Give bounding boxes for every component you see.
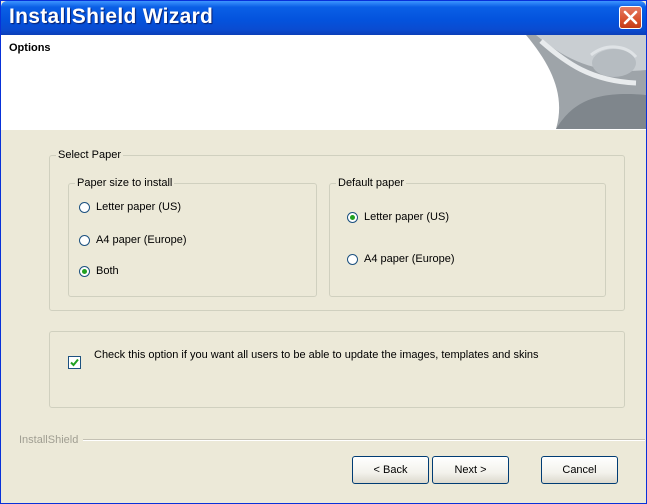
size-letter-radio[interactable]: Letter paper (US) bbox=[79, 201, 181, 213]
header-divider bbox=[1, 129, 646, 130]
default-a4-label: A4 paper (Europe) bbox=[364, 253, 455, 265]
close-button[interactable] bbox=[619, 6, 642, 29]
size-a4-radio[interactable]: A4 paper (Europe) bbox=[79, 234, 187, 246]
checkmark-icon bbox=[70, 358, 79, 367]
default-paper-legend: Default paper bbox=[338, 177, 405, 189]
header-panel: Options bbox=[1, 35, 646, 130]
default-letter-label: Letter paper (US) bbox=[364, 211, 449, 223]
size-letter-label: Letter paper (US) bbox=[96, 201, 181, 213]
title-bar[interactable]: InstallShield Wizard bbox=[1, 1, 646, 35]
close-x-icon bbox=[623, 10, 638, 25]
select-paper-legend: Select Paper bbox=[58, 149, 121, 161]
radio-button-icon[interactable] bbox=[79, 201, 90, 213]
radio-button-selected-icon[interactable] bbox=[79, 265, 90, 277]
size-a4-label: A4 paper (Europe) bbox=[96, 234, 187, 246]
brand-text: InstallShield bbox=[19, 434, 79, 446]
cancel-button[interactable]: Cancel bbox=[541, 456, 618, 484]
paper-size-legend: Paper size to install bbox=[77, 177, 173, 189]
size-both-label: Both bbox=[96, 265, 119, 277]
installshield-brand: InstallShield bbox=[19, 434, 646, 446]
default-letter-radio[interactable]: Letter paper (US) bbox=[347, 211, 449, 223]
window-title: InstallShield Wizard bbox=[9, 5, 214, 28]
radio-button-selected-icon[interactable] bbox=[347, 211, 358, 223]
all-users-group bbox=[49, 331, 625, 408]
default-a4-radio[interactable]: A4 paper (Europe) bbox=[347, 253, 455, 265]
all-users-label[interactable]: Check this option if you want all users … bbox=[94, 349, 614, 362]
page-curl-icon bbox=[526, 35, 646, 129]
default-paper-group: Default paper bbox=[329, 177, 606, 297]
radio-button-icon[interactable] bbox=[79, 234, 90, 246]
footer-divider bbox=[83, 439, 646, 441]
size-both-radio[interactable]: Both bbox=[79, 265, 119, 277]
radio-button-icon[interactable] bbox=[347, 253, 358, 265]
page-title: Options bbox=[9, 42, 51, 54]
all-users-checkbox[interactable] bbox=[68, 356, 81, 369]
back-button[interactable]: < Back bbox=[352, 456, 429, 484]
next-button[interactable]: Next > bbox=[432, 456, 509, 484]
installshield-window: InstallShield Wizard Options Select Pape… bbox=[0, 0, 647, 504]
